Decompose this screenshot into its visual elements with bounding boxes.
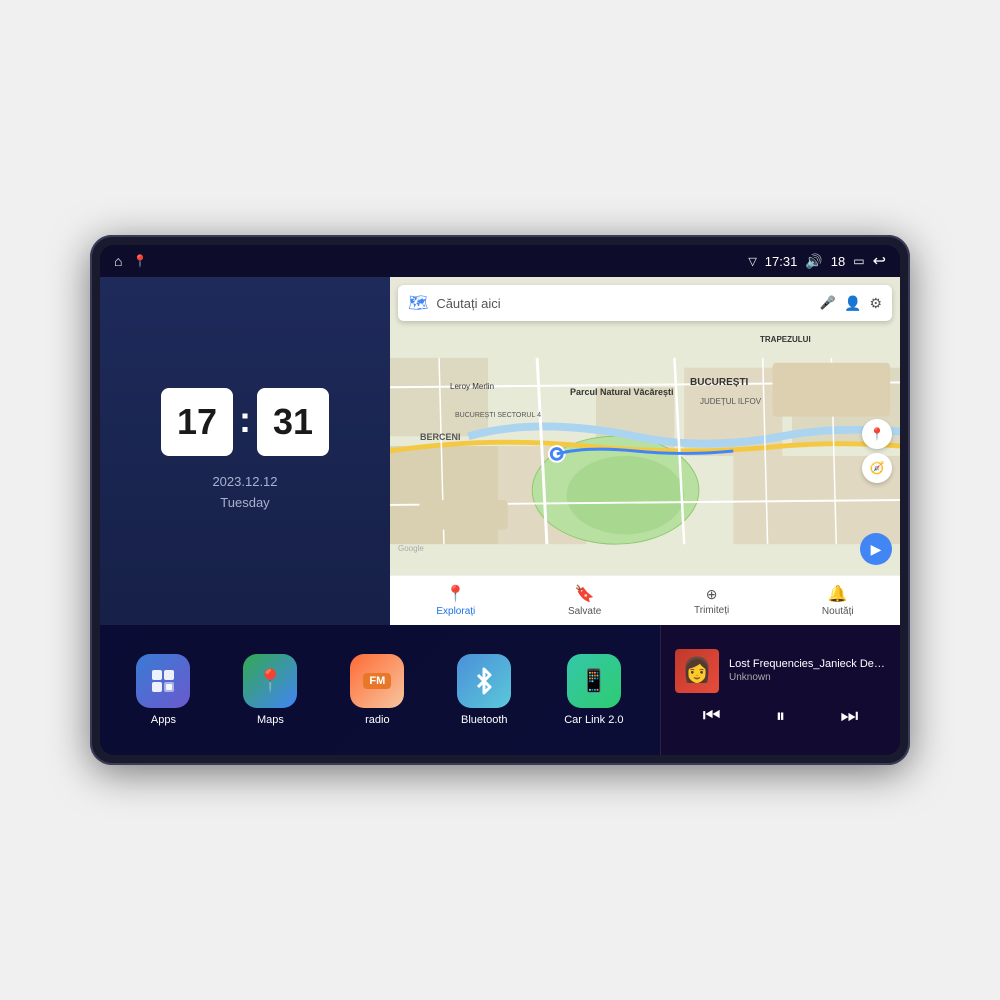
location-btn[interactable]: 📍 [862, 419, 892, 449]
clock-day: Tuesday [220, 495, 269, 510]
music-player: 👩 Lost Frequencies_Janieck Devy-... Unkn… [660, 625, 900, 755]
google-credit: Google [398, 544, 424, 553]
place-parcul: Parcul Natural Văcărești [570, 387, 674, 397]
bluetooth-icon-btn [457, 654, 511, 708]
clock-hour: 17 [161, 388, 233, 456]
mic-icon[interactable]: 🎤 [820, 295, 836, 311]
music-thumb-img: 👩 [682, 656, 712, 685]
nav-trimiteti-icon: ⊕ [706, 586, 718, 603]
place-bucuresti: BUCUREȘTI [690, 377, 748, 388]
maps-status-icon[interactable]: 📍 [132, 254, 147, 268]
status-time: 17:31 [765, 254, 798, 269]
nav-salvate-label: Salvate [568, 606, 601, 617]
bottom-section: Apps 📍 Maps FM radio [100, 625, 900, 755]
account-icon[interactable]: 👤 [844, 295, 861, 312]
next-button[interactable]: ⏭ [830, 701, 868, 732]
maps-label: Maps [257, 714, 284, 726]
app-carlink[interactable]: 📱 Car Link 2.0 [564, 654, 623, 726]
nav-noutati[interactable]: 🔔 Noutăți [822, 584, 854, 617]
map-search-bar[interactable]: 🗺 Căutați aici 🎤 👤 ⚙ [398, 285, 892, 321]
carlink-emoji: 📱 [580, 668, 607, 694]
apps-icon [136, 654, 190, 708]
device-screen: ⌂ 📍 ▽ 17:31 🔊 18 ▭ ↩ 17 : [100, 245, 900, 755]
bluetooth-label: Bluetooth [461, 714, 507, 726]
place-trapezului: TRAPEZULUI [760, 335, 811, 344]
nav-noutati-icon: 🔔 [828, 584, 848, 604]
play-pause-button[interactable]: ⏸ [766, 702, 795, 731]
compass-btn[interactable]: 🧭 [862, 453, 892, 483]
clock-minute: 31 [257, 388, 329, 456]
nav-trimiteti-label: Trimiteți [694, 605, 729, 616]
map-svg [390, 277, 900, 625]
prev-button[interactable]: ⏮ [693, 701, 731, 732]
signal-icon: ▽ [748, 255, 756, 268]
search-text: Căutați aici [436, 296, 812, 311]
app-maps[interactable]: 📍 Maps [243, 654, 297, 726]
settings-icon[interactable]: ⚙ [869, 295, 882, 312]
clock-date: 2023.12.12 Tuesday [212, 472, 277, 514]
carlink-icon-btn: 📱 [567, 654, 621, 708]
nav-salvate-icon: 🔖 [575, 584, 595, 604]
apps-label: Apps [151, 714, 176, 726]
music-controls: ⏮ ⏸ ⏭ [675, 701, 886, 732]
radio-icon-btn: FM [350, 654, 404, 708]
device-outer: ⌂ 📍 ▽ 17:31 🔊 18 ▭ ↩ 17 : [90, 235, 910, 765]
map-panel[interactable]: 🗺 Căutați aici 🎤 👤 ⚙ Parcul Natural Văcă… [390, 277, 900, 625]
back-icon[interactable]: ↩ [873, 251, 886, 271]
clock-colon: : [239, 399, 251, 441]
map-bottom-nav: 📍 Explorați 🔖 Salvate ⊕ Trimiteți 🔔 [390, 575, 900, 625]
place-ilfov: JUDEȚUL ILFOV [700, 397, 761, 406]
clock-date-value: 2023.12.12 [212, 474, 277, 489]
clock-display: 17 : 31 [161, 388, 329, 456]
place-berceni: BERCENI [420, 432, 461, 442]
nav-explorati-icon: 📍 [446, 584, 466, 604]
status-left: ⌂ 📍 [114, 253, 147, 269]
status-right: ▽ 17:31 🔊 18 ▭ ↩ [748, 251, 886, 271]
music-title: Lost Frequencies_Janieck Devy-... [729, 658, 886, 670]
music-artist: Unknown [729, 672, 886, 683]
music-text: Lost Frequencies_Janieck Devy-... Unknow… [729, 658, 886, 683]
app-radio[interactable]: FM radio [350, 654, 404, 726]
nav-explorati-label: Explorați [436, 606, 475, 617]
home-icon[interactable]: ⌂ [114, 253, 122, 269]
navigate-btn[interactable]: ▶ [860, 533, 892, 565]
nav-trimiteti[interactable]: ⊕ Trimiteți [694, 586, 729, 616]
maps-icon-btn: 📍 [243, 654, 297, 708]
google-maps-icon: 🗺 [408, 293, 428, 313]
app-apps[interactable]: Apps [136, 654, 190, 726]
main-content: 17 : 31 2023.12.12 Tuesday [100, 277, 900, 755]
radio-label: radio [365, 714, 389, 726]
top-section: 17 : 31 2023.12.12 Tuesday [100, 277, 900, 625]
place-leroy: Leroy Merlin [450, 382, 494, 391]
clock-panel: 17 : 31 2023.12.12 Tuesday [100, 277, 390, 625]
app-bluetooth[interactable]: Bluetooth [457, 654, 511, 726]
battery-icon: ▭ [853, 254, 864, 268]
status-bar: ⌂ 📍 ▽ 17:31 🔊 18 ▭ ↩ [100, 245, 900, 277]
volume-level: 18 [831, 254, 845, 269]
nav-salvate[interactable]: 🔖 Salvate [568, 584, 601, 617]
carlink-label: Car Link 2.0 [564, 714, 623, 726]
nav-noutati-label: Noutăți [822, 606, 854, 617]
apps-row: Apps 📍 Maps FM radio [100, 625, 660, 755]
music-thumbnail: 👩 [675, 649, 719, 693]
place-sector4: BUCUREȘTI SECTORUL 4 [455, 412, 541, 419]
volume-icon: 🔊 [805, 253, 822, 270]
nav-explorati[interactable]: 📍 Explorați [436, 584, 475, 617]
maps-emoji: 📍 [257, 668, 284, 694]
radio-emoji: FM [363, 673, 391, 689]
music-info: 👩 Lost Frequencies_Janieck Devy-... Unkn… [675, 649, 886, 693]
map-controls: 📍 🧭 [862, 419, 892, 483]
